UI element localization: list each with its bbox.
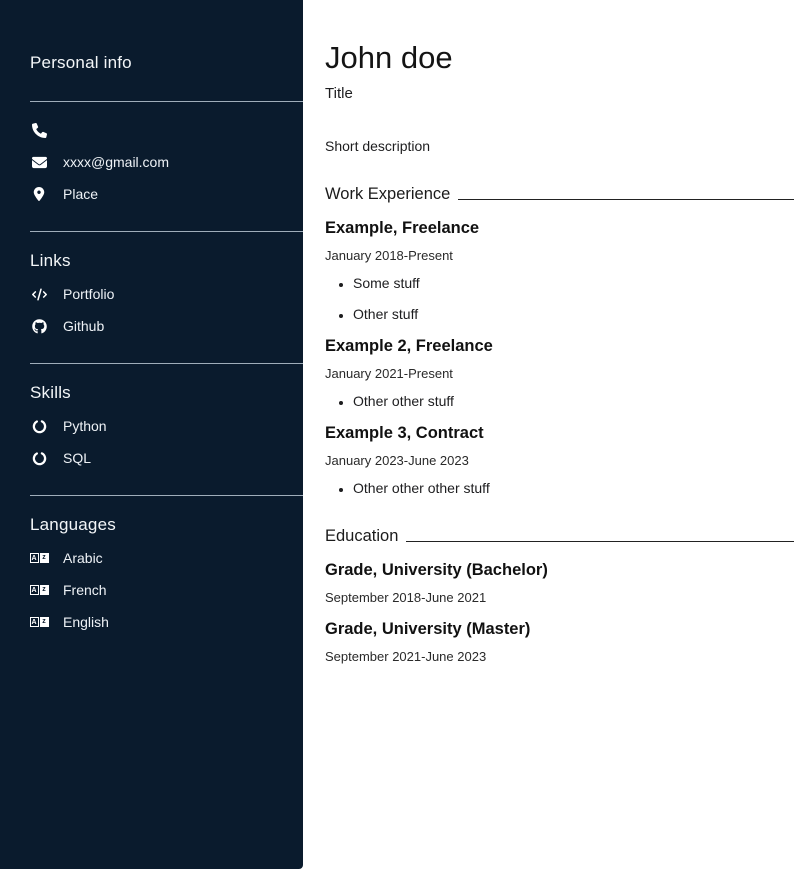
skill-row: Python (30, 417, 303, 435)
heading-rule (406, 541, 794, 542)
entry-date: September 2021-June 2023 (325, 649, 794, 664)
skill-label: Python (63, 418, 107, 434)
experience-entry: Example 3, Contract January 2023-June 20… (325, 424, 794, 496)
bullet-item: Other stuff (353, 306, 794, 322)
portfolio-link-row[interactable]: Portfolio (30, 285, 303, 303)
section-title: Work Experience (325, 185, 450, 204)
entry-title: Example 3, Contract (325, 424, 794, 443)
portfolio-link[interactable]: Portfolio (63, 286, 114, 302)
entry-date: January 2023-June 2023 (325, 453, 794, 468)
entry-title: Grade, University (Bachelor) (325, 561, 794, 580)
email-value: xxxx@gmail.com (63, 154, 169, 170)
bullet-item: Other other other stuff (353, 480, 794, 496)
education-entry: Grade, University (Master) September 202… (325, 620, 794, 664)
divider (30, 363, 303, 364)
name-heading: John doe (325, 40, 794, 76)
bullet-item: Other other stuff (353, 393, 794, 409)
location-icon (30, 186, 48, 202)
email-icon (30, 154, 48, 170)
divider (30, 495, 303, 496)
divider (30, 231, 303, 232)
short-description: Short description (325, 138, 794, 154)
phone-row (30, 121, 303, 139)
skills-heading: Skills (30, 383, 303, 403)
language-icon: Az (30, 614, 48, 630)
resume-page: Personal info xxxx@gmail.com Place Links (0, 0, 794, 869)
job-title: Title (325, 85, 794, 102)
education-entry: Grade, University (Bachelor) September 2… (325, 561, 794, 605)
entry-date: January 2021-Present (325, 366, 794, 381)
entry-title: Example, Freelance (325, 219, 794, 238)
phone-icon (30, 122, 48, 138)
work-experience-heading: Work Experience (325, 185, 794, 204)
github-icon (30, 318, 48, 334)
links-heading: Links (30, 251, 303, 271)
language-label: English (63, 614, 109, 630)
github-link[interactable]: Github (63, 318, 104, 334)
bullet-item: Some stuff (353, 275, 794, 291)
experience-entry: Example 2, Freelance January 2021-Presen… (325, 337, 794, 409)
divider (30, 101, 303, 102)
location-row: Place (30, 185, 303, 203)
entry-title: Grade, University (Master) (325, 620, 794, 639)
languages-heading: Languages (30, 515, 303, 535)
language-icon: Az (30, 550, 48, 566)
entry-date: January 2018-Present (325, 248, 794, 263)
language-row: Az Arabic (30, 549, 303, 567)
language-row: Az English (30, 613, 303, 631)
skill-label: SQL (63, 450, 91, 466)
entry-bullets: Some stuff Other stuff (325, 275, 794, 322)
entry-bullets: Other other other stuff (325, 480, 794, 496)
heading-rule (458, 199, 794, 200)
code-icon (30, 286, 48, 302)
circle-notch-icon (30, 418, 48, 434)
language-row: Az French (30, 581, 303, 599)
education-heading: Education (325, 527, 794, 546)
entry-bullets: Other other stuff (325, 393, 794, 409)
experience-entry: Example, Freelance January 2018-Present … (325, 219, 794, 322)
entry-date: September 2018-June 2021 (325, 590, 794, 605)
entry-title: Example 2, Freelance (325, 337, 794, 356)
sidebar: Personal info xxxx@gmail.com Place Links (0, 0, 303, 869)
circle-notch-icon (30, 450, 48, 466)
language-icon: Az (30, 582, 48, 598)
resume-main: John doe Title Short description Work Ex… (303, 0, 794, 869)
personal-info-heading: Personal info (30, 53, 303, 73)
github-link-row[interactable]: Github (30, 317, 303, 335)
skill-row: SQL (30, 449, 303, 467)
language-label: French (63, 582, 107, 598)
language-label: Arabic (63, 550, 103, 566)
email-row: xxxx@gmail.com (30, 153, 303, 171)
location-value: Place (63, 186, 98, 202)
section-title: Education (325, 527, 398, 546)
